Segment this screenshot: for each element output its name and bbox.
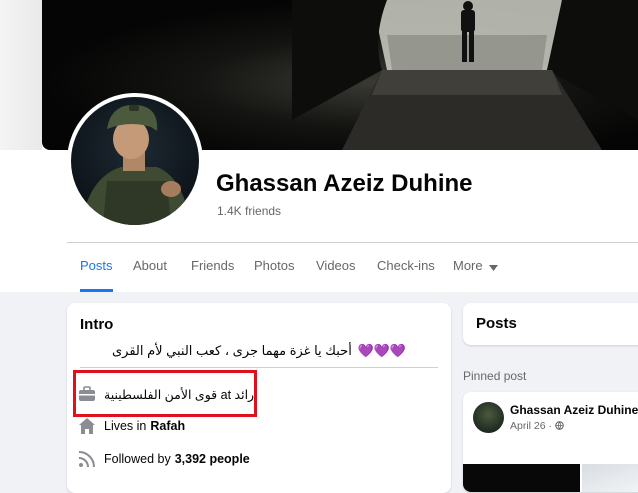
- tab-checkins[interactable]: Check-ins: [377, 243, 435, 289]
- highlight-annotation-box: [73, 370, 257, 417]
- profile-avatar[interactable]: [71, 97, 199, 225]
- tab-friends[interactable]: Friends: [191, 243, 234, 289]
- bio-text: أحبك يا غزة مهما جرى ، كعب النبي لأم الق…: [111, 343, 352, 358]
- tab-photos[interactable]: Photos: [254, 243, 294, 289]
- profile-header: Ghassan Azeiz Duhine 1.4K friends Posts …: [0, 0, 638, 292]
- post-date[interactable]: April 26 ·: [510, 420, 552, 432]
- lives-place[interactable]: Rafah: [150, 419, 185, 433]
- tab-more-label: More: [453, 258, 483, 273]
- profile-name: Ghassan Azeiz Duhine: [216, 170, 473, 197]
- post-meta: April 26 ·: [510, 420, 564, 432]
- tab-more[interactable]: More: [453, 243, 498, 289]
- post-media-dark[interactable]: [463, 464, 580, 492]
- followed-prefix: Followed by: [104, 452, 171, 466]
- chevron-down-icon: [488, 244, 498, 290]
- intro-bio: أحبك يا غزة مهما جرى ، كعب النبي لأم الق…: [67, 343, 451, 359]
- post-author-name[interactable]: Ghassan Azeiz Duhine: [510, 403, 638, 417]
- pinned-post-card: Ghassan Azeiz Duhine April 26 ·: [463, 392, 638, 492]
- background-edge: [0, 0, 42, 150]
- home-icon: [78, 417, 96, 435]
- intro-lives: Lives in Rafah: [78, 416, 185, 436]
- rss-icon: [78, 450, 96, 468]
- followed-count[interactable]: 3,392 people: [175, 452, 250, 466]
- posts-title: Posts: [476, 315, 517, 332]
- tab-videos[interactable]: Videos: [316, 243, 356, 289]
- posts-header-card: Posts: [463, 303, 638, 345]
- intro-title: Intro: [80, 316, 114, 333]
- tab-posts[interactable]: Posts: [80, 243, 113, 292]
- lives-prefix: Lives in: [104, 419, 147, 433]
- intro-divider: [80, 367, 438, 368]
- tab-about[interactable]: About: [133, 243, 167, 289]
- avatar-soldier-image: [81, 104, 191, 225]
- bio-emoji: 💜💜💜: [357, 343, 407, 358]
- friends-count[interactable]: 1.4K friends: [217, 204, 281, 218]
- post-author-avatar[interactable]: [473, 402, 504, 433]
- pinned-post-label: Pinned post: [463, 369, 527, 383]
- globe-icon: [555, 420, 564, 432]
- post-media-light[interactable]: [582, 464, 638, 492]
- intro-followers: Followed by 3,392 people: [78, 449, 250, 469]
